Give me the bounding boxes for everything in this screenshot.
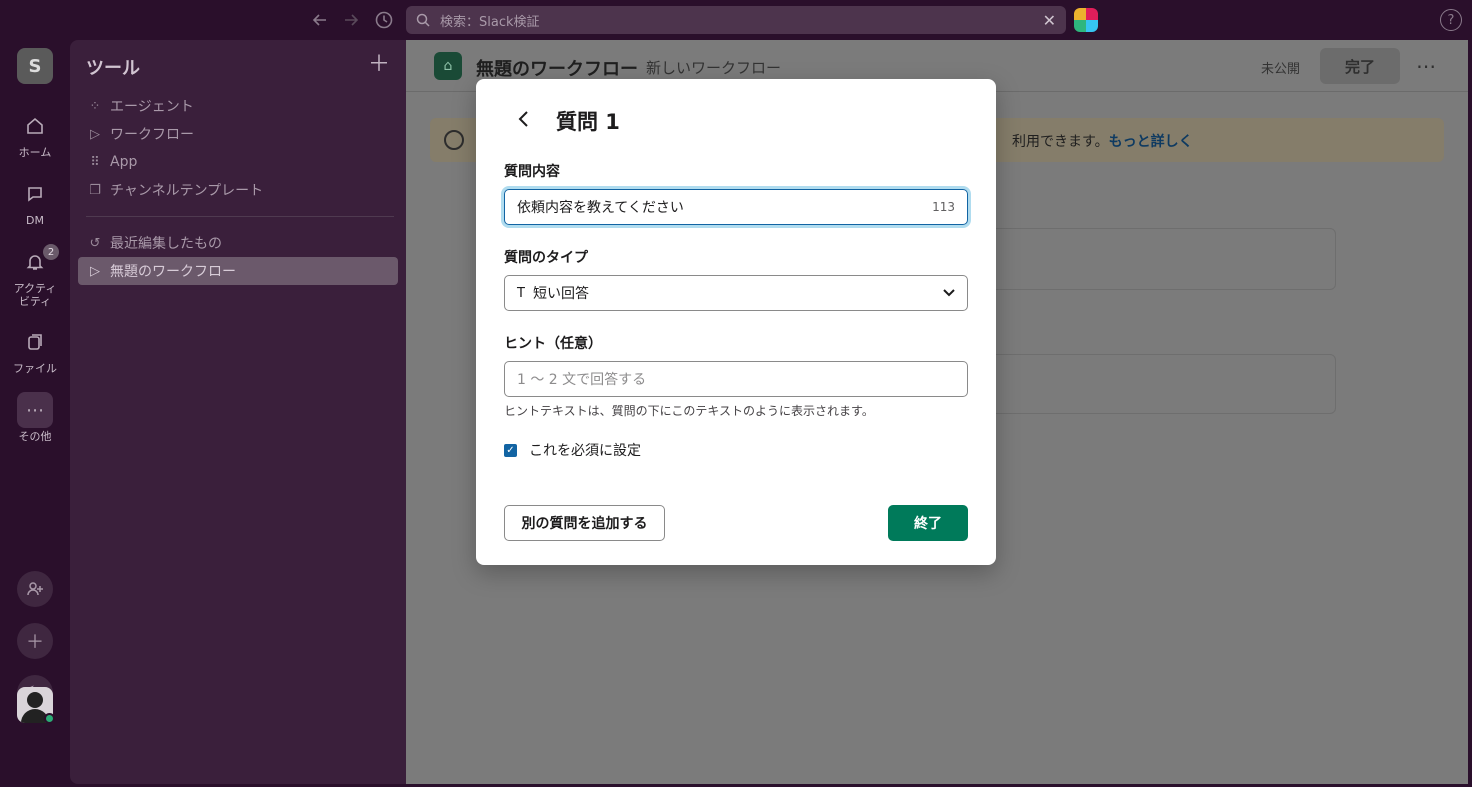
search-input[interactable]: 検索：Slack検証 [440,11,1043,30]
workflow-subtitle: 新しいワークフロー [646,59,782,77]
grid-icon: ⠿ [90,154,100,170]
add-question-button[interactable]: 別の質問を追加する [504,505,665,541]
play-icon: ▷ [90,126,100,142]
agent-icon: ⁘ [89,98,101,114]
top-bar: 検索：Slack検証 ✕ ? [0,0,1472,40]
banner-text: 利用できます。もっと詳しく [1012,134,1193,150]
plus-icon[interactable]: ＋ [17,623,53,659]
presence-indicator [44,713,55,724]
required-row: ✓ これを必須に設定 [504,440,641,460]
sidebar-title: ツール [86,58,140,79]
question-label: 質問内容 [504,164,560,180]
status-badge: 未公開 [1261,62,1301,77]
sidebar-item-untitled-workflow[interactable]: ▷ 無題のワークフロー [78,257,398,285]
recent-section-header[interactable]: ↺ 最近編集したもの [78,229,398,257]
workspace-rail: S ホーム DM 2 アクティビティ ファイル ⋯ その他 ＋ [0,40,70,787]
arrow-right-icon[interactable] [340,9,362,31]
activity-badge: 2 [43,244,59,260]
arrow-left-icon[interactable] [309,9,331,31]
search-icon [416,12,432,28]
help-icon[interactable]: ? [1440,9,1462,31]
app-logo-icon[interactable] [1074,8,1098,32]
back-icon[interactable] [512,108,534,130]
add-member-icon[interactable] [17,571,53,607]
text-type-icon: T [517,285,525,301]
rail-label: その他 [18,430,52,443]
workflow-icon: ⌂ [434,52,462,80]
clock-icon [444,130,464,150]
done-button[interactable]: 完了 [1320,48,1400,84]
template-icon: ❐ [89,182,101,198]
rail-item-activity[interactable]: 2 アクティビティ [0,244,70,308]
rail-item-home[interactable]: ホーム [0,108,70,159]
sidebar-item-label: ワークフロー [110,127,194,143]
more-options-icon[interactable]: ⋯ [1414,50,1438,82]
dm-icon [17,176,53,212]
required-label[interactable]: これを必須に設定 [529,440,641,460]
workspace-switcher[interactable]: S [17,48,53,84]
question-input[interactable]: 依頼内容を教えてください 113 [504,189,968,225]
files-icon [17,324,53,360]
chevron-down-icon [943,286,955,300]
sidebar-item-channel-template[interactable]: ❐ チャンネルテンプレート [78,176,398,204]
workflow-title[interactable]: 無題のワークフロー [476,55,638,81]
sidebar-item-label: エージェント [110,99,194,115]
history-icon: ↺ [89,235,101,251]
learn-more-link[interactable]: もっと詳しく [1109,134,1193,150]
plus-icon[interactable]: ＋ [368,54,390,76]
required-checkbox[interactable]: ✓ [504,443,517,457]
rail-item-more[interactable]: ⋯ その他 [0,392,70,443]
sidebar-item-app[interactable]: ⠿ App [78,148,398,176]
hint-help-text: ヒントテキストは、質問の下にこのテキストのように表示されます。 [504,404,874,418]
rail-label: ファイル [13,362,57,375]
rail-item-dm[interactable]: DM [0,176,70,227]
rail-label: アクティビティ [13,282,57,308]
rail-label: ホーム [18,146,52,159]
tools-sidebar: ツール ＋ ⁘ エージェント ▷ ワークフロー ⠿ App ❐ チャンネルテンプ… [70,40,406,784]
rail-item-files[interactable]: ファイル [0,324,70,375]
close-icon[interactable]: ✕ [1043,11,1056,30]
sidebar-item-label: チャンネルテンプレート [110,183,264,199]
question-type-select[interactable]: T 短い回答 [504,275,968,311]
recent-label: 最近編集したもの [110,236,222,252]
question-input-value: 依頼内容を教えてください [517,200,684,216]
char-count: 113 [932,200,955,214]
clock-icon[interactable] [373,9,395,31]
hint-label: ヒント（任意） [504,336,602,352]
question-dialog: 質問 1 質問内容 依頼内容を教えてください 113 質問のタイプ T 短い回答… [476,79,996,565]
home-icon [17,108,53,144]
dialog-title: 質問 1 [556,110,620,134]
play-icon: ▷ [90,263,100,279]
rail-label: DM [26,214,44,227]
question-type-label: 質問のタイプ [504,250,588,266]
question-type-value: 短い回答 [532,286,589,302]
hint-placeholder: 1 〜 2 文で回答する [517,372,647,388]
divider [86,216,394,217]
sidebar-item-agent[interactable]: ⁘ エージェント [78,92,398,120]
hint-input[interactable]: 1 〜 2 文で回答する [504,361,968,397]
sidebar-item-label: App [110,154,138,170]
finish-button[interactable]: 終了 [888,505,968,541]
search-bar[interactable]: 検索：Slack検証 ✕ [406,6,1066,34]
sidebar-item-label: 無題のワークフロー [110,264,236,280]
more-icon: ⋯ [17,392,53,428]
sidebar-item-workflow[interactable]: ▷ ワークフロー [78,120,398,148]
